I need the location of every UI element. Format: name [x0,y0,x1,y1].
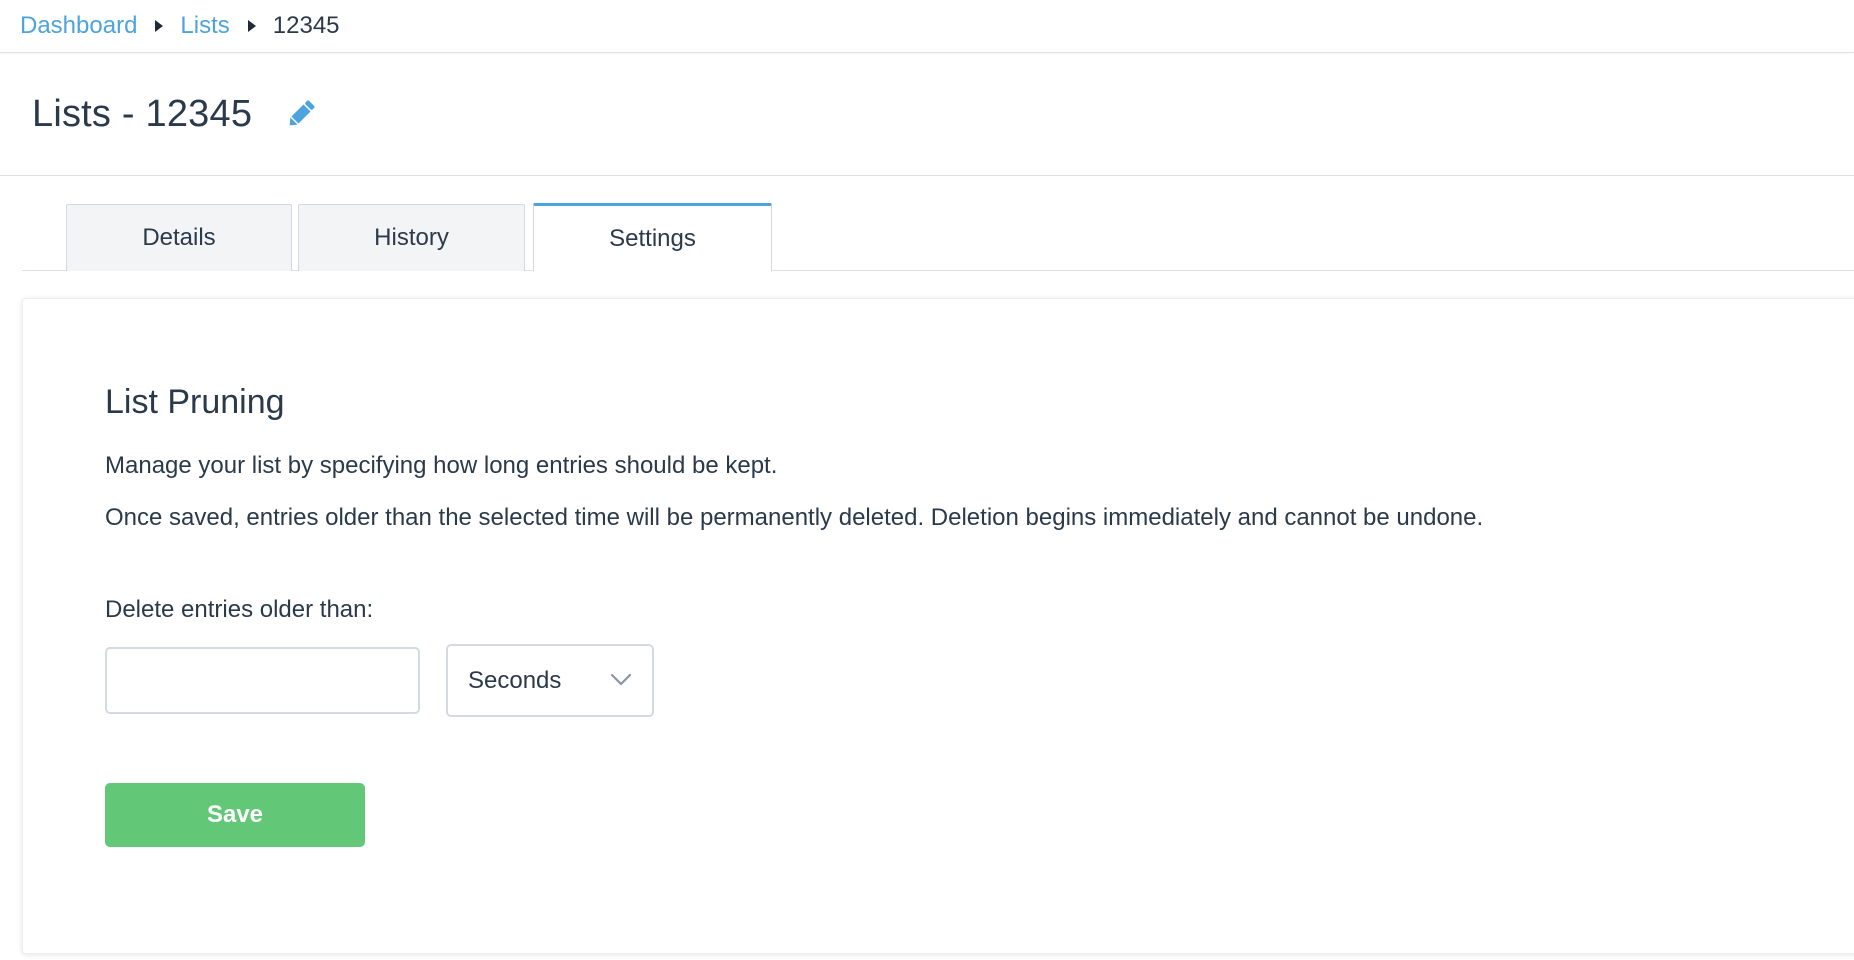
time-unit-selected-value: Seconds [468,666,562,694]
tab-settings[interactable]: Settings [533,203,772,272]
section-title: List Pruning [105,383,285,421]
warning-text: Once saved, entries older than the selec… [105,504,1484,531]
breadcrumb-separator-icon [247,20,256,32]
pencil-icon[interactable] [284,97,318,131]
delete-older-than-label: Delete entries older than: [105,596,374,623]
breadcrumb-current: 12345 [272,12,340,39]
description-text: Manage your list by specifying how long … [105,452,778,479]
breadcrumb-separator-icon [155,20,164,32]
tab-history[interactable]: History [298,204,525,271]
chevron-down-icon [610,673,632,686]
breadcrumb-lists-link[interactable]: Lists [180,12,229,40]
settings-panel: List Pruning Manage your list by specify… [22,298,1854,954]
prune-amount-input[interactable] [105,647,420,714]
page-title: Lists - 12345 [32,92,253,135]
save-button[interactable]: Save [105,783,365,847]
tab-bar: Details History Settings [22,203,1854,272]
breadcrumb: Dashboard Lists 12345 [0,0,1854,53]
time-unit-select[interactable]: Seconds [446,644,654,717]
breadcrumb-dashboard-link[interactable]: Dashboard [20,12,137,40]
page-header: Lists - 12345 [0,53,1854,176]
tab-details[interactable]: Details [66,204,292,271]
